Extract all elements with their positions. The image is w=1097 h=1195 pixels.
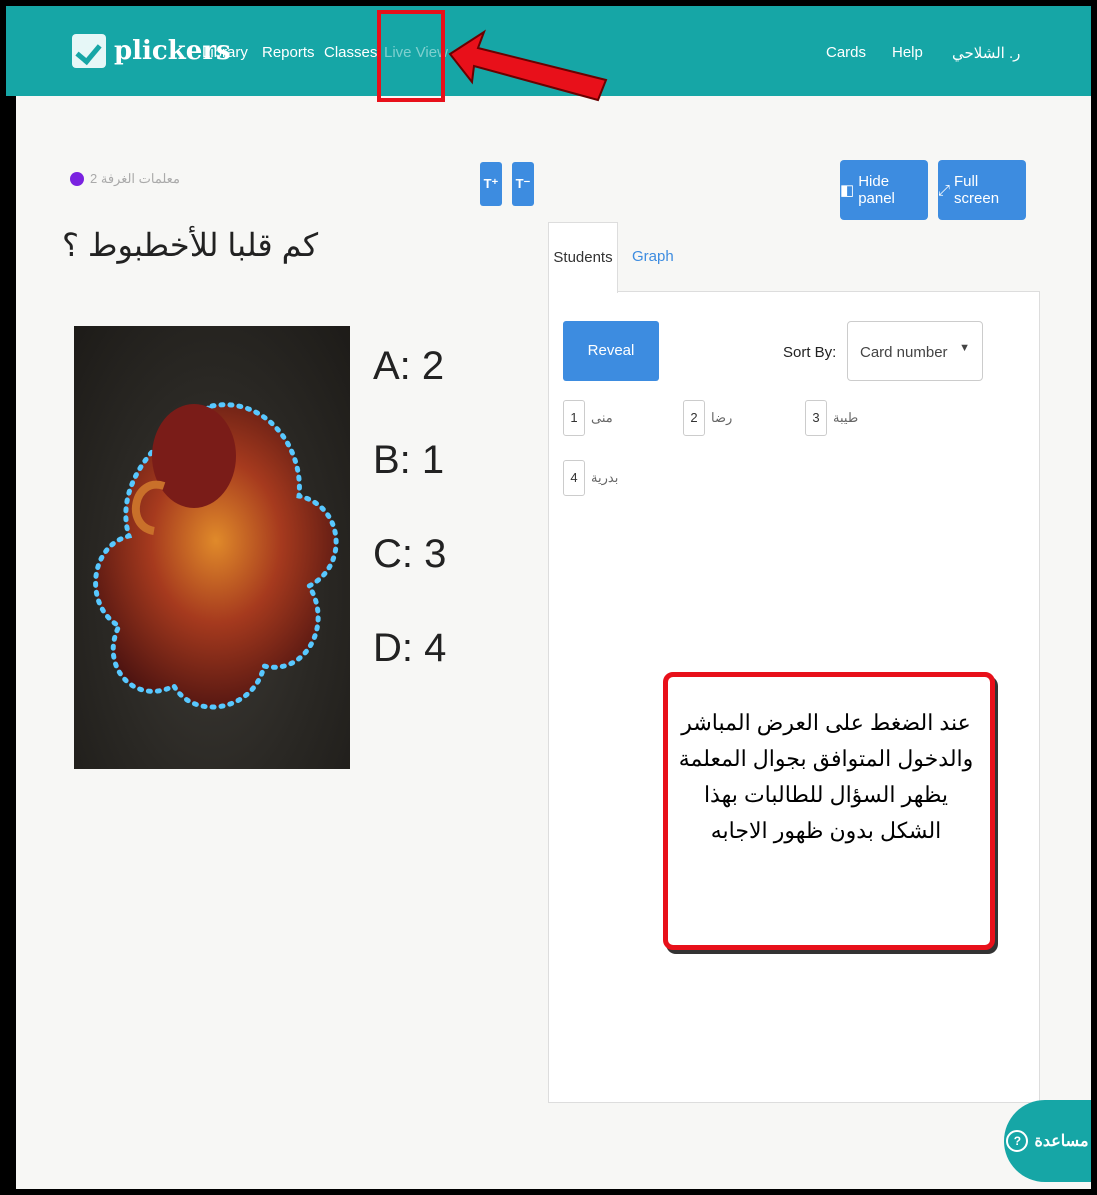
nav-cards[interactable]: Cards [826,44,866,61]
help-label: مساعدة [1034,1133,1089,1150]
student-name: بدرية [591,470,619,485]
nav-user-menu[interactable]: ر. الشلاحي [952,44,1020,62]
left-edge-bar [6,96,16,1189]
annotation-callout: عند الضغط على العرض المباشر والدخول المت… [663,672,995,950]
question-text: كم قلبا للأخطبوط ؟ [62,227,319,263]
student-name: منى [591,410,613,425]
nav-library[interactable]: Library [202,44,248,61]
student-name: رضا [711,410,733,425]
font-increase-button[interactable]: T⁺ [480,162,502,206]
logo-check-icon [72,34,106,68]
hide-panel-icon: ◧ [840,182,855,199]
full-screen-label: Full screen [954,173,1000,207]
student-name: طيبة [833,410,859,425]
live-view-highlight-box [377,10,445,102]
tab-students[interactable]: Students [548,222,618,293]
student-card[interactable]: 3 طيبة [805,400,858,436]
nav-classes[interactable]: Classes [324,44,377,61]
panel-tabs: Students Graph [548,222,1040,293]
student-card[interactable]: 4 بدرية [563,460,618,496]
full-screen-button[interactable]: ⤢ Full screen [938,160,1026,220]
octopus-image [93,402,339,710]
font-decrease-button[interactable]: T⁻ [512,162,534,206]
sort-select-value: Card number [860,344,948,361]
student-card-number: 1 [563,400,585,436]
nav-reports[interactable]: Reports [262,44,315,61]
tab-graph[interactable]: Graph [632,222,674,292]
sort-by-label: Sort By: [783,344,837,361]
reveal-answer-button[interactable]: Reveal Answer [563,321,659,419]
question-mark-icon: ? [1006,1130,1029,1152]
page: plickers Library Reports Classes Live Vi… [6,6,1091,1189]
student-card[interactable]: 1 منى [563,400,613,436]
question-image [74,326,350,769]
student-card-number: 4 [563,460,585,496]
students-panel: Reveal Answer Sort By: Card number ▼ 1 م… [548,222,1040,1103]
student-card[interactable]: 2 رضا [683,400,732,436]
caret-down-icon: ▼ [959,342,970,354]
answer-b: B: 1 [373,438,445,482]
screenshot-frame: plickers Library Reports Classes Live Vi… [0,0,1097,1195]
red-arrow-icon [448,29,608,102]
student-card-number: 3 [805,400,827,436]
expand-icon: ⤢ [938,181,951,199]
class-info: معلمات الغرفة 2 [70,171,180,187]
student-card-number: 2 [683,400,705,436]
annotation-text: عند الضغط على العرض المباشر والدخول المت… [678,710,974,843]
answer-d: D: 4 [373,626,447,670]
class-color-dot [70,172,84,186]
hide-panel-button[interactable]: ◧ Hide panel [840,160,928,220]
hide-panel-label: Hide panel [858,173,895,207]
help-button[interactable]: ? مساعدة [1004,1100,1091,1182]
sort-select[interactable]: Card number ▼ [847,321,983,381]
class-name: معلمات الغرفة 2 [90,171,180,186]
answer-a: A: 2 [373,344,445,388]
answer-c: C: 3 [373,532,447,576]
nav-help[interactable]: Help [892,44,923,61]
